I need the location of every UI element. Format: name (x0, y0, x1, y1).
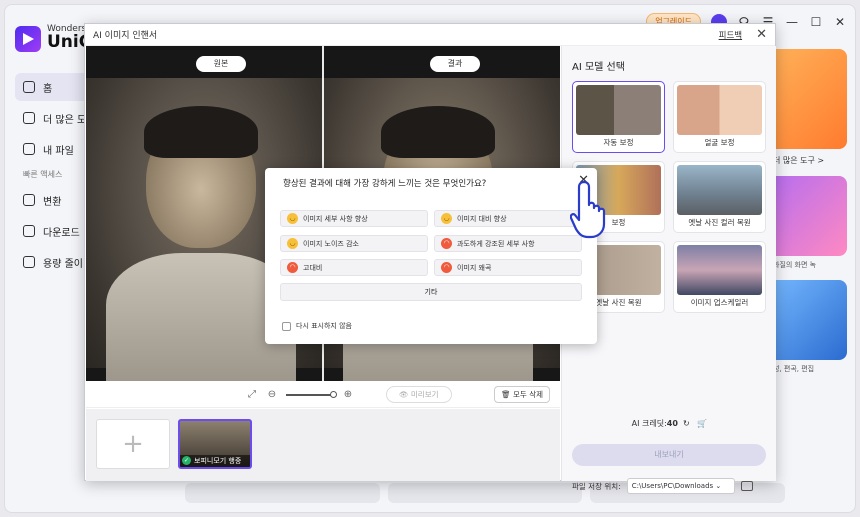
tools-icon (23, 112, 35, 124)
zoom-in-icon[interactable]: ⊕ (342, 389, 354, 401)
zoom-slider[interactable] (286, 390, 337, 398)
viewer-toolbar: ⤢ ⊖ ⊕ 👁 미리보기 🗑 모두 삭제 (86, 382, 560, 408)
fit-screen-icon[interactable]: ⤢ (246, 389, 258, 401)
minimize-icon[interactable]: — (785, 15, 799, 29)
close-icon[interactable]: ✕ (756, 27, 767, 42)
preview-label: 미리보기 (410, 390, 439, 399)
convert-icon (23, 194, 35, 206)
card[interactable] (387, 483, 583, 503)
survey-option-label: 이미지 세부 사항 향상 (303, 214, 368, 223)
hand-cursor-icon (570, 180, 606, 239)
tile-caption: 성, 편곡, 편집 (773, 365, 815, 373)
save-location-row: 파일 저장 위치: C:\Users\PC\Downloads ⌄ (572, 478, 753, 494)
save-path-value: C:\Users\PC\Downloads (631, 482, 714, 490)
dialog-title: AI 이미지 인핸서 (93, 31, 158, 41)
sidebar-item-label: 다운로드 (43, 227, 80, 239)
tile-caption: 화질의 화면 녹 (773, 261, 817, 269)
tool-tile-editor[interactable] (767, 280, 847, 360)
ai-credits: AI 크레딧:40 ↻ 🛒 (562, 418, 777, 429)
model-label: 얼굴 보정 (704, 138, 735, 147)
close-window-icon[interactable]: ✕ (833, 15, 847, 29)
folder-icon[interactable] (740, 481, 753, 491)
dont-show-label: 다시 표시하지 않음 (296, 322, 352, 330)
model-label: 옛날 사진 컬러 복원 (688, 218, 751, 227)
uniconverter-logo-icon (15, 25, 41, 52)
survey-option[interactable]: ◡ 이미지 노이즈 감소 (280, 235, 428, 252)
survey-option[interactable]: ◠ 이미지 왜곡 (434, 259, 582, 276)
preview-button[interactable]: 👁 미리보기 (386, 386, 452, 403)
refresh-icon[interactable]: ↻ (680, 419, 694, 428)
cart-icon[interactable]: 🛒 (697, 419, 707, 428)
save-path-select[interactable]: C:\Users\PC\Downloads ⌄ (626, 478, 735, 494)
file-icon (23, 143, 35, 155)
tool-tile-video[interactable] (767, 49, 847, 149)
maximize-icon[interactable]: ☐ (809, 15, 823, 29)
credits-label: AI 크레딧: (631, 419, 667, 428)
survey-option-label: 과도하게 강조된 세부 사항 (457, 239, 535, 248)
tool-tiles: 더 많은 도구 > 화질의 화면 녹 성, 편곡, 편집 (767, 49, 847, 384)
home-icon (23, 81, 35, 93)
compress-icon (23, 256, 35, 268)
model-old-photo-colorize[interactable]: 옛날 사진 컬러 복원 (673, 161, 766, 233)
survey-option-label: 이미지 노이즈 감소 (303, 239, 359, 248)
sad-face-icon: ◠ (287, 262, 298, 273)
sad-face-icon: ◠ (441, 238, 452, 249)
survey-question: 향상된 결과에 대해 가장 강하게 느끼는 것은 무엇인가요? (283, 179, 487, 189)
survey-option[interactable]: ◠ 고대비 (280, 259, 428, 276)
survey-option[interactable]: ◡ 이미지 세부 사항 향상 (280, 210, 428, 227)
sad-face-icon: ◠ (441, 262, 452, 273)
model-auto-enhance[interactable]: 자동 보정 (572, 81, 665, 153)
happy-face-icon: ◡ (441, 213, 452, 224)
tool-tile-screen-recorder[interactable] (767, 176, 847, 256)
model-label: 자동 보정 (603, 138, 634, 147)
happy-face-icon: ◡ (287, 213, 298, 224)
survey-option[interactable]: ◡ 이미지 대비 향상 (434, 210, 582, 227)
export-button[interactable]: 내보내기 (572, 444, 766, 466)
zoom-slider-knob[interactable] (330, 390, 337, 398)
survey-option-other[interactable]: 기타 (280, 283, 582, 301)
survey-option-label: 고대비 (303, 263, 323, 272)
check-icon: ✓ (182, 456, 191, 465)
feedback-link[interactable]: 피드백 (719, 29, 742, 41)
sidebar-item-label: 변환 (43, 196, 62, 208)
more-tools-link[interactable]: 더 많은 도구 > (773, 155, 847, 166)
image-thumbnail[interactable]: 보피니모기 행중 ✓ (178, 419, 252, 469)
sidebar-item-label: 더 많은 도 (43, 114, 87, 126)
add-image-button[interactable]: + (96, 419, 170, 469)
credits-value: 40 (666, 419, 678, 428)
sidebar-item-label: 내 파일 (43, 145, 74, 157)
card[interactable] (185, 483, 380, 503)
survey-option-label: 이미지 대비 향상 (457, 214, 507, 223)
zoom-out-icon[interactable]: ⊖ (266, 389, 278, 401)
result-tag: 결과 (430, 56, 480, 72)
model-label: 이미지 업스케일러 (690, 298, 749, 307)
model-image-upscaler[interactable]: 이미지 업스케일러 (673, 241, 766, 313)
dont-show-checkbox[interactable] (282, 321, 291, 331)
feedback-survey-popup: 향상된 결과에 대해 가장 강하게 느끼는 것은 무엇인가요? ✕ ◡ 이미지 … (265, 168, 597, 344)
happy-face-icon: ◡ (287, 238, 298, 249)
download-icon (23, 225, 35, 237)
dont-show-again[interactable]: 다시 표시하지 않음 (282, 321, 352, 331)
delete-all-button[interactable]: 🗑 모두 삭제 (494, 386, 550, 403)
dialog-header: AI 이미지 인핸서 피드백 ✕ (85, 24, 775, 46)
thumbnail-strip: + 보피니모기 행중 ✓ (86, 409, 560, 481)
model-panel-title: AI 모델 선택 (572, 62, 625, 73)
survey-option-label: 이미지 왜곡 (457, 263, 492, 272)
model-face-enhance[interactable]: 얼굴 보정 (673, 81, 766, 153)
sidebar-item-label: 용량 줄이 (43, 258, 83, 270)
original-tag: 원본 (196, 56, 246, 72)
save-location-label: 파일 저장 위치: (572, 481, 621, 491)
survey-option[interactable]: ◠ 과도하게 강조된 세부 사항 (434, 235, 582, 252)
delete-all-label: 모두 삭제 (513, 390, 543, 399)
sidebar-item-label: 홈 (43, 83, 53, 95)
